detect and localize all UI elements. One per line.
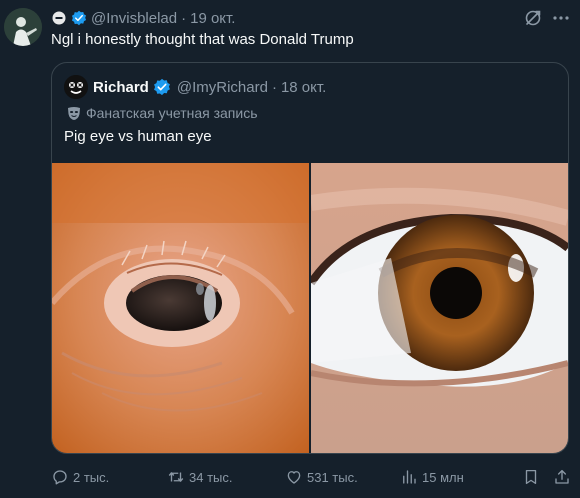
heart-icon (287, 471, 301, 484)
reply-button[interactable]: 2 тыс. (51, 466, 109, 488)
circle-minus-icon (51, 10, 67, 26)
retweet-count: 34 тыс. (189, 469, 233, 485)
reply-count: 2 тыс. (73, 469, 110, 485)
quoted-tweet[interactable]: Richard @ImyRichard · 18 окт. Фанатская … (51, 62, 569, 454)
views-button[interactable]: 15 млн (400, 466, 464, 488)
separator-dot: · (271, 78, 277, 96)
share-button[interactable] (553, 466, 575, 488)
mask-icon (66, 105, 82, 121)
avatar[interactable] (4, 8, 42, 46)
account-label: Фанатская учетная запись (66, 105, 258, 121)
human-eye-photo[interactable] (311, 163, 568, 453)
quoted-handle[interactable]: @ImyRichard (177, 79, 268, 96)
share-icon (555, 469, 569, 484)
tweet-header: @Invisblelad · 19 окт. (51, 9, 235, 27)
quoted-text: Pig eye vs human eye (64, 128, 212, 145)
tweet-date[interactable]: 19 окт. (190, 10, 235, 27)
media-grid (52, 163, 568, 453)
grok-icon[interactable] (523, 8, 543, 28)
tweet-handle[interactable]: @Invisblelad (91, 10, 177, 27)
like-count: 531 тыс. (307, 469, 358, 485)
verified-badge-icon (153, 78, 171, 96)
reply-icon (53, 470, 67, 485)
quoted-tweet-header: Richard @ImyRichard · 18 окт. (64, 75, 326, 99)
account-label-text: Фанатская учетная запись (86, 105, 258, 121)
quoted-name[interactable]: Richard (93, 79, 149, 96)
verified-badge-icon (71, 10, 87, 26)
retweet-icon (168, 472, 184, 482)
like-button[interactable]: 531 тыс. (285, 466, 358, 488)
bookmark-icon (525, 469, 537, 485)
bookmark-button[interactable] (522, 466, 544, 488)
quoted-avatar[interactable] (64, 75, 88, 99)
views-icon (403, 470, 416, 484)
views-count: 15 млн (422, 469, 464, 485)
quoted-date[interactable]: 18 окт. (281, 79, 326, 96)
avatar-image (4, 8, 42, 46)
separator-dot: · (181, 9, 187, 27)
tweet[interactable]: @Invisblelad · 19 окт. Ngl i honestly th… (0, 0, 580, 498)
more-icon[interactable] (551, 8, 571, 28)
retweet-button[interactable]: 34 тыс. (167, 466, 232, 488)
action-bar: 2 тыс. 34 тыс. 531 тыс. 15 млн (51, 466, 571, 488)
tweet-text: Ngl i honestly thought that was Donald T… (51, 31, 354, 48)
pig-eye-photo[interactable] (52, 163, 309, 453)
